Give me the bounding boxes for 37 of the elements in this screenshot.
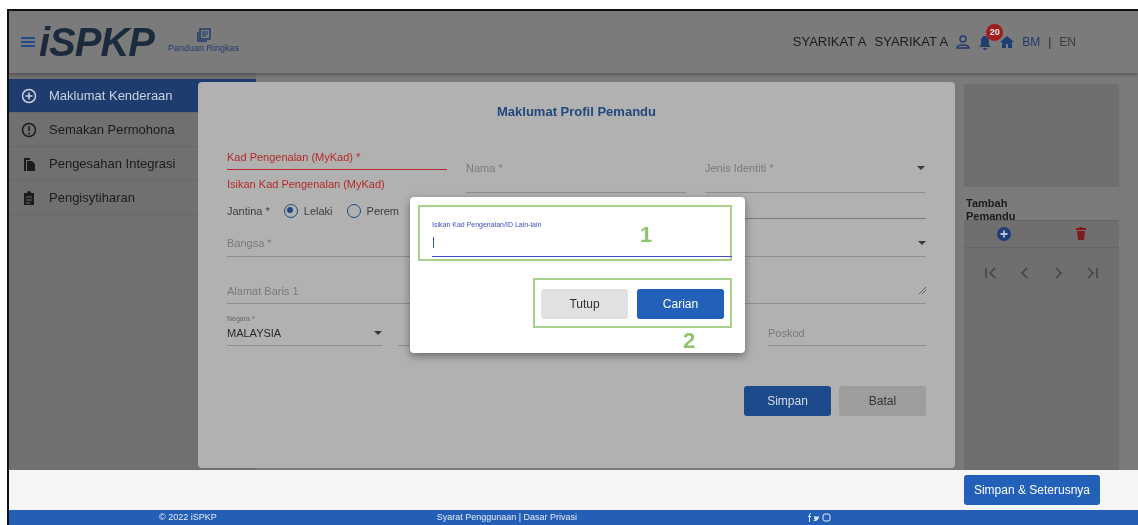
cancel-button[interactable]: Batal	[839, 386, 926, 416]
dialog-title: Maklumat Profil Pemandu	[496, 103, 657, 121]
radio-option[interactable]: Perem	[346, 202, 399, 219]
logo: iSPKP	[39, 22, 155, 62]
language-separator: |	[1048, 34, 1052, 51]
last-page-icon[interactable]	[1085, 266, 1100, 280]
menu-icon[interactable]	[21, 37, 35, 47]
bell-icon[interactable]	[978, 35, 993, 51]
resize-grip-icon	[919, 287, 926, 295]
save-next-button[interactable]: Simpan & Seterusnya	[963, 475, 1100, 505]
column-header: Tambah Pemandu	[966, 197, 1017, 220]
id-card-field[interactable]: Kad Pengenalan (MyKad) *	[227, 148, 447, 170]
plus-circle-icon	[21, 87, 37, 104]
annotation-number: 2	[683, 330, 696, 352]
alert-circle-icon	[21, 121, 37, 138]
radio-option[interactable]: Lelaki	[283, 202, 333, 219]
book-icon	[196, 28, 211, 43]
trash-icon[interactable]	[1076, 227, 1087, 240]
annotation-number: 1	[640, 224, 653, 246]
notification-badge: 20	[986, 24, 1004, 42]
clipboard-icon	[21, 189, 37, 206]
social-icons	[807, 513, 834, 522]
close-button[interactable]: Tutup	[541, 289, 628, 319]
documents-icon	[21, 155, 37, 172]
guide-link[interactable]: Panduan Ringkas	[168, 28, 240, 56]
copyright-text: © 2022 iSPKP	[159, 513, 217, 522]
home-icon[interactable]	[1000, 35, 1015, 49]
company-name: SYARIKAT A	[874, 33, 949, 52]
user-name: SYARIKAT A	[792, 33, 867, 52]
footer-links[interactable]: Syarat Penggunaan | Dasar Privasi	[436, 513, 578, 522]
search-button[interactable]: Carian	[637, 289, 724, 319]
language-link[interactable]: BM	[1022, 33, 1041, 51]
save-button[interactable]: Simpan	[744, 386, 831, 416]
first-page-icon[interactable]	[983, 266, 998, 280]
user-icon[interactable]	[956, 35, 971, 49]
language-link[interactable]: EN	[1059, 33, 1076, 51]
plus-circle-icon[interactable]	[996, 227, 1011, 241]
